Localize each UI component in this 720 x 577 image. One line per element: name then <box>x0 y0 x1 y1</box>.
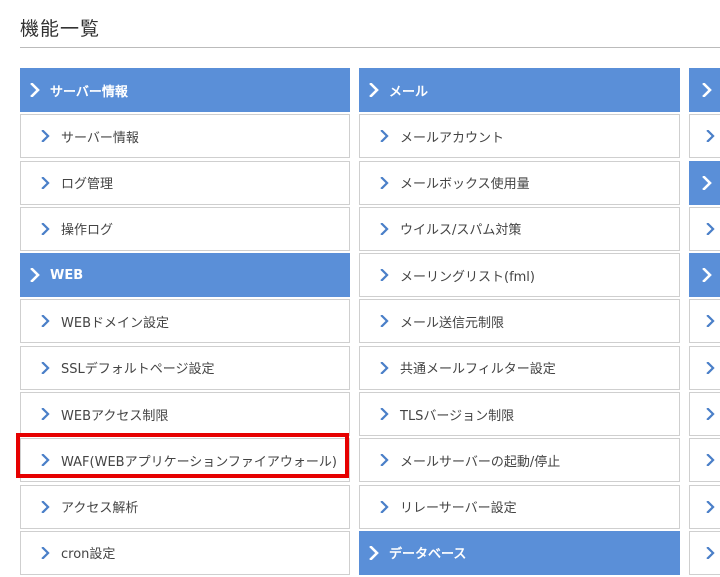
chevron-right-icon <box>706 500 715 513</box>
menu-section-header: サーバー情報 <box>20 68 350 112</box>
menu-item-label: WAF(WEBアプリケーションファイアウォール) <box>61 454 337 470</box>
menu-item-label: メーリングリスト(fml) <box>400 269 535 285</box>
menu-item[interactable]: TLSバージョン制限 <box>359 392 680 437</box>
chevron-right-icon <box>706 546 715 559</box>
chevron-right-icon <box>41 546 50 559</box>
menu-item[interactable] <box>689 484 720 529</box>
menu-item[interactable]: ログ管理 <box>20 160 350 205</box>
menu-section-header <box>689 160 720 205</box>
menu-column-partial <box>689 68 720 577</box>
menu-item[interactable] <box>689 345 720 390</box>
menu-item-label: メールボックス使用量 <box>400 177 530 193</box>
chevron-right-icon <box>380 408 389 421</box>
menu-item-label: サーバー情報 <box>61 130 139 146</box>
section-header-label: サーバー情報 <box>50 84 128 100</box>
menu-item[interactable]: リレーサーバー設定 <box>359 484 680 529</box>
menu-item[interactable]: WEBアクセス制限 <box>20 392 350 437</box>
section-header-label: WEB <box>50 267 84 283</box>
chevron-right-icon <box>380 269 389 282</box>
menu-section-header: メール <box>359 68 680 112</box>
menu-item-label: リレーサーバー設定 <box>400 501 517 517</box>
menu-item[interactable]: cron設定 <box>20 530 350 575</box>
chevron-right-icon <box>41 130 50 143</box>
menu-item-label: WEBドメイン設定 <box>61 315 169 331</box>
menu-item[interactable] <box>689 530 720 575</box>
chevron-right-icon <box>41 500 50 513</box>
menu-item-label: メール送信元制限 <box>400 315 505 331</box>
menu-item[interactable] <box>689 114 720 159</box>
menu-item[interactable] <box>689 392 720 437</box>
menu-item-label: cron設定 <box>61 547 116 563</box>
menu-item-label: ログ管理 <box>61 177 114 193</box>
menu-item-label: メールサーバーの起動/停止 <box>400 454 561 470</box>
chevron-right-icon <box>41 222 50 235</box>
menu-item-label: 共通メールフィルター設定 <box>400 362 556 378</box>
menu-item[interactable]: アクセス解析 <box>20 484 350 529</box>
chevron-right-icon <box>380 500 389 513</box>
menu-item[interactable]: 共通メールフィルター設定 <box>359 345 680 390</box>
menu-column-mail: メールメールアカウントメールボックス使用量 ウイルス/スパム対策 メーリングリスト(… <box>359 68 680 577</box>
chevron-right-icon <box>380 222 389 235</box>
menu-item-waf[interactable]: WAF(WEBアプリケーションファイアウォール) <box>20 438 350 483</box>
menu-section-header <box>689 68 720 112</box>
chevron-right-icon <box>706 222 715 235</box>
chevron-right-icon <box>702 268 712 283</box>
chevron-right-icon <box>369 545 379 560</box>
chevron-right-icon <box>30 83 40 97</box>
menu-item[interactable]: メール送信元制限 <box>359 299 680 344</box>
chevron-right-icon <box>380 454 389 467</box>
chevron-right-icon <box>706 408 715 421</box>
page-title: 機能一覧 <box>20 18 101 40</box>
menu-item[interactable]: WEBドメイン設定 <box>20 299 350 344</box>
menu-item[interactable] <box>689 438 720 483</box>
chevron-right-icon <box>41 315 50 328</box>
menu-item-label: ウイルス/スパム対策 <box>400 223 522 239</box>
menu-item[interactable]: メーリングリスト(fml) <box>359 253 680 298</box>
menu-item[interactable]: メールボックス使用量 <box>359 160 680 205</box>
menu-section-header: WEB <box>20 253 350 298</box>
menu-item[interactable]: メールアカウント <box>359 114 680 159</box>
menu-item[interactable] <box>689 206 720 251</box>
chevron-right-icon <box>30 268 40 283</box>
menu-column-server-web: サーバー情報 サーバー情報 ログ管理 操作ログ WEB WEBドメイン設定 SSLデフォルト… <box>20 68 350 577</box>
menu-item-label: TLSバージョン制限 <box>400 408 515 424</box>
chevron-right-icon <box>706 454 715 467</box>
menu-item[interactable]: メールサーバーの起動/停止 <box>359 438 680 483</box>
menu-item-label: メールアカウント <box>400 130 505 146</box>
chevron-right-icon <box>380 361 389 374</box>
menu-item-label: WEBアクセス制限 <box>61 408 169 424</box>
menu-section-header: データベース <box>359 530 680 575</box>
menu-item-label: アクセス解析 <box>61 501 139 517</box>
menu-item[interactable]: 操作ログ <box>20 206 350 251</box>
chevron-right-icon <box>41 408 50 421</box>
chevron-right-icon <box>380 176 389 189</box>
menu-item[interactable]: SSLデフォルトページ設定 <box>20 345 350 390</box>
chevron-right-icon <box>702 83 712 97</box>
menu-item-label: SSLデフォルトページ設定 <box>61 362 215 378</box>
section-header-label: データベース <box>389 547 467 563</box>
menu-item[interactable]: サーバー情報 <box>20 114 350 159</box>
chevron-right-icon <box>702 175 712 190</box>
menu-item[interactable] <box>689 299 720 344</box>
chevron-right-icon <box>380 315 389 328</box>
menu-item-label: 操作ログ <box>61 223 114 239</box>
chevron-right-icon <box>41 176 50 189</box>
chevron-right-icon <box>369 83 379 97</box>
title-divider <box>20 47 720 48</box>
chevron-right-icon <box>380 130 389 143</box>
chevron-right-icon <box>706 361 715 374</box>
chevron-right-icon <box>706 315 715 328</box>
chevron-right-icon <box>41 361 50 374</box>
section-header-label: メール <box>389 84 429 100</box>
chevron-right-icon <box>706 130 715 143</box>
chevron-right-icon <box>41 454 50 467</box>
menu-item[interactable]: ウイルス/スパム対策 <box>359 206 680 251</box>
menu-section-header <box>689 253 720 298</box>
